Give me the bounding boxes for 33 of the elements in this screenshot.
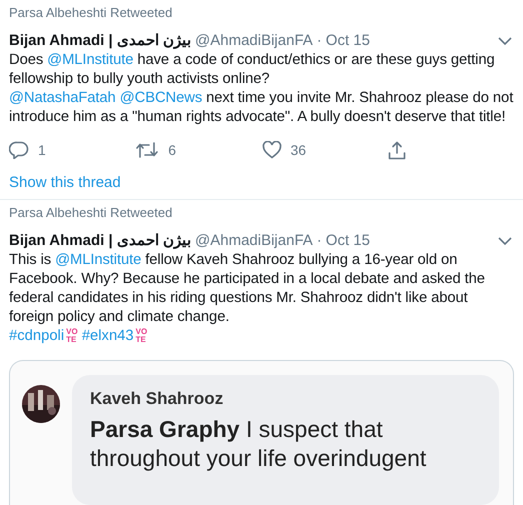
share-icon[interactable] [388,140,406,160]
chevron-down-icon[interactable] [498,236,512,246]
tweet-text: Does @MLInstitute have a code of conduct/ethics or are these guys getting fellowship to bully youth activists online? [9,51,496,89]
tweet-text: @NatashaFatah @CBCNews next time you invite Mr. Shahrooz please do not introduce him as a "human rights advocate". A bully doesn't deserve that title! [9,89,514,127]
like-count: 36 [290,140,306,160]
tweet-date[interactable]: Oct 15 [326,31,370,51]
author-name[interactable]: Bijan Ahmadi | بیژن احمدی [9,31,191,51]
reply-count: 1 [38,140,46,160]
hashtag-link[interactable]: #elxn43 [82,328,134,344]
tweet-text: This is @MLInstitute fellow Kaveh Shahrooz bullying a 16-year old on Facebook. Why? Because he participated in a local debate and asked the federal candidates in his riding questions Mr. Shahrooz didn't like about foreign policy and climate change. [9,251,486,327]
mention-link[interactable]: @CBCNews [120,90,202,106]
comment-text: Parsa Graphy I suspect that throughout your life overindugent [90,415,428,473]
mention-link[interactable]: @MLInstitute [55,252,142,268]
separator-dot: · [316,231,322,251]
retweet-icon[interactable] [135,141,160,159]
author-name[interactable]: Bijan Ahmadi | بیژن احمدی [9,231,191,251]
author-handle[interactable]: @AhmadiBijanFA [195,231,313,251]
retweet-label: Parsa Albeheshti Retweeted [9,204,174,222]
retweet-count: 6 [168,140,176,160]
hashtag-link[interactable]: #cdnpoli [9,328,64,344]
commenter-name: Kaveh Shahrooz [90,388,224,410]
reply-icon[interactable] [9,141,29,159]
retweet-label: Parsa Albeheshti Retweeted [9,4,174,22]
heart-icon[interactable] [262,141,282,159]
author-handle[interactable]: @AhmadiBijanFA [195,31,313,51]
mention-link[interactable]: @NatashaFatah [9,90,116,106]
chevron-down-icon[interactable] [498,36,512,46]
tweet-date[interactable]: Oct 15 [326,231,370,251]
vote-emoji: VO TE [66,328,78,344]
separator-dot: · [316,31,322,51]
mention-link[interactable]: @MLInstitute [47,52,134,68]
show-thread-link[interactable]: Show this thread [9,173,121,193]
vote-emoji: VO TE [136,328,148,344]
